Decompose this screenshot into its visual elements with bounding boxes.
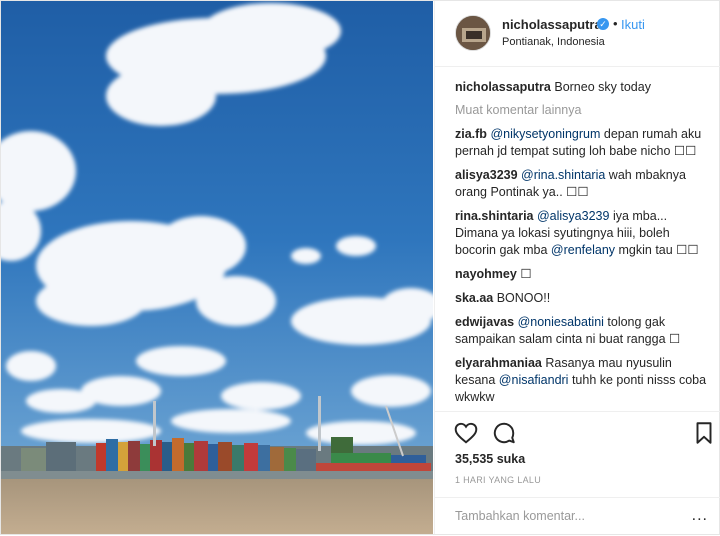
- separator-dot: •: [613, 16, 618, 31]
- post-panel: nicholassaputra ✓ • Ikuti Pontianak, Ind…: [434, 1, 720, 534]
- comment-mention[interactable]: @alisya3239: [537, 209, 609, 223]
- comment-username[interactable]: zia.fb: [455, 127, 487, 141]
- comment-username[interactable]: alisya3239: [455, 168, 518, 182]
- like-count[interactable]: 35,535 suka: [455, 452, 525, 466]
- comment-username[interactable]: elyarahmaniaa: [455, 356, 542, 370]
- post-photo[interactable]: [1, 1, 433, 534]
- comment-text: mgkin tau ☐☐: [618, 243, 699, 257]
- instagram-post: nicholassaputra ✓ • Ikuti Pontianak, Ind…: [0, 0, 720, 535]
- more-options-button[interactable]: ...: [692, 508, 708, 524]
- post-actions: 35,535 suka 1 HARI YANG LALU ...: [435, 411, 720, 532]
- comment-text: ☐: [520, 267, 532, 281]
- comment-item: nayohmey ☐: [455, 266, 713, 283]
- post-header: nicholassaputra ✓ • Ikuti Pontianak, Ind…: [435, 1, 720, 67]
- comment-username[interactable]: rina.shintaria: [455, 209, 534, 223]
- follow-button[interactable]: Ikuti: [621, 17, 645, 32]
- add-comment-input[interactable]: [455, 509, 670, 523]
- comment-mention[interactable]: @nisafiandri: [499, 373, 569, 387]
- comment-item: elyarahmaniaa Rasanya mau nyusulin kesan…: [455, 355, 713, 406]
- comment-item: ska.aa BONOO!!: [455, 290, 713, 307]
- caption: nicholassaputra Borneo sky today: [455, 79, 713, 96]
- verified-badge-icon: ✓: [597, 18, 609, 30]
- load-more-comments-link[interactable]: Muat komentar lainnya: [455, 103, 713, 117]
- post-timestamp: 1 HARI YANG LALU: [455, 475, 541, 485]
- comment-item: zia.fb @nikysetyoningrum depan rumah aku…: [455, 126, 713, 160]
- comment-item: edwijavas @noniesabatini tolong gak samp…: [455, 314, 713, 348]
- add-comment-bar: ...: [435, 497, 720, 536]
- borneo-sky-image: [1, 1, 433, 534]
- caption-username[interactable]: nicholassaputra: [455, 80, 551, 94]
- comment-mention[interactable]: @renfelany: [551, 243, 615, 257]
- avatar[interactable]: [455, 15, 491, 51]
- comment-item: rina.shintaria @alisya3239 iya mba... Di…: [455, 208, 713, 259]
- comment-mention[interactable]: @rina.shintaria: [521, 168, 605, 182]
- comment-username[interactable]: ska.aa: [455, 291, 493, 305]
- bookmark-icon[interactable]: [691, 420, 717, 446]
- comment-mention[interactable]: @noniesabatini: [518, 315, 604, 329]
- post-location[interactable]: Pontianak, Indonesia: [502, 36, 605, 48]
- comment-username[interactable]: edwijavas: [455, 315, 514, 329]
- comment-username[interactable]: nayohmey: [455, 267, 517, 281]
- heart-icon[interactable]: [453, 420, 479, 446]
- comment-mention[interactable]: @nikysetyoningrum: [490, 127, 600, 141]
- caption-text: Borneo sky today: [554, 80, 651, 94]
- comment-icon[interactable]: [491, 420, 517, 446]
- comment-item: alisya3239 @rina.shintaria wah mbaknya o…: [455, 167, 713, 201]
- comment-text: BONOO!!: [496, 291, 551, 305]
- post-username[interactable]: nicholassaputra: [502, 17, 602, 32]
- comment-list: nicholassaputra Borneo sky today Muat ko…: [455, 79, 713, 411]
